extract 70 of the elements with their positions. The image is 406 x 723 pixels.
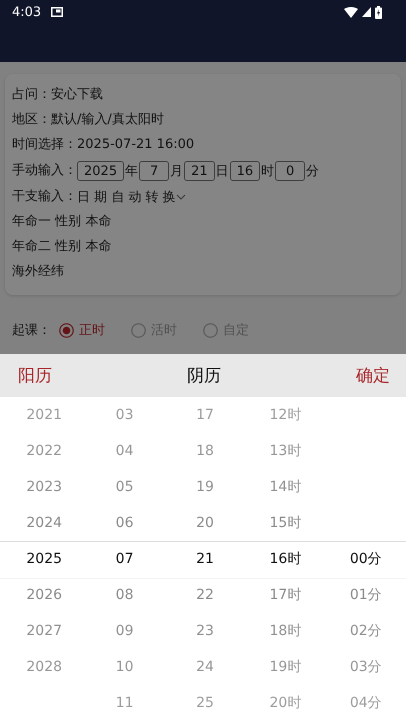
info-text: 占问：安心下载: [12, 86, 104, 104]
wheel-item[interactable]: 17时: [269, 577, 302, 613]
info-text: 地区：默认/输入/真太阳时: [12, 111, 165, 129]
radio-option[interactable]: 正时: [59, 321, 105, 339]
wheel-item[interactable]: 25: [196, 685, 214, 721]
wheel-item[interactable]: 18: [196, 433, 214, 469]
wheel-item[interactable]: 04: [116, 433, 134, 469]
wheel-item[interactable]: 01分: [350, 577, 382, 613]
wheel-item[interactable]: 2021: [26, 397, 62, 433]
input-field[interactable]: 2025: [77, 161, 124, 181]
wheel-item[interactable]: 07: [116, 541, 134, 577]
wheel-item[interactable]: 02分: [350, 613, 382, 649]
wheel-item[interactable]: 16时: [269, 541, 302, 577]
wheel-item[interactable]: 2028: [26, 649, 62, 685]
wheel-item[interactable]: 10: [116, 649, 134, 685]
wheel-item[interactable]: 05: [116, 469, 134, 505]
wheel-item[interactable]: 19时: [269, 649, 302, 685]
unit-label: 时: [261, 163, 274, 180]
info-text: 海外经纬: [12, 263, 65, 281]
signal-icon: [362, 7, 371, 17]
wheel-item[interactable]: 20: [196, 505, 214, 541]
wheel-item[interactable]: 2027: [26, 613, 62, 649]
wheel-item[interactable]: 21: [196, 541, 214, 577]
info-text: 年命一 性别 本命: [12, 213, 112, 231]
wheel-item[interactable]: 15时: [269, 505, 302, 541]
wheel-item[interactable]: 18时: [269, 613, 302, 649]
input-field[interactable]: 0: [275, 161, 306, 181]
unit-label: 月: [170, 163, 184, 180]
wifi-icon: [344, 6, 358, 18]
input-field[interactable]: 16: [230, 161, 260, 181]
wheel-item[interactable]: 08: [116, 577, 134, 613]
wheel-item[interactable]: 06: [116, 505, 134, 541]
wheel-item[interactable]: 11: [116, 685, 134, 721]
wheel-item[interactable]: 20时: [269, 685, 302, 721]
info-text: 时间选择：2025-07-21 16:00: [12, 136, 196, 154]
wheel-item[interactable]: 03分: [350, 649, 382, 685]
unit-label: 分: [306, 163, 320, 180]
picker-title: 阴历: [187, 365, 221, 387]
radio-group-label: 起课：: [12, 322, 51, 339]
wheel-item[interactable]: 2022: [26, 433, 62, 469]
battery-icon: [375, 6, 382, 18]
field-label: 干支输入：: [12, 188, 77, 206]
picture-in-picture-icon: [51, 7, 64, 17]
wheel-item[interactable]: 22: [196, 577, 214, 613]
wheel-item[interactable]: 04分: [350, 685, 382, 721]
dropdown[interactable]: 日 期 自 动 转 换: [77, 188, 186, 206]
status-time: 4:03: [12, 4, 42, 20]
unit-label: 日: [216, 163, 229, 180]
solar-calendar-button[interactable]: 阳历: [18, 364, 52, 387]
input-field[interactable]: 21: [184, 161, 215, 181]
wheel-item[interactable]: 17: [196, 397, 214, 433]
wheel-item[interactable]: 2023: [26, 469, 62, 505]
wheel-item[interactable]: 03: [116, 397, 134, 433]
wheel-item[interactable]: 23: [196, 613, 214, 649]
wheel-item[interactable]: 14时: [269, 469, 302, 505]
wheel-item[interactable]: 24: [196, 649, 214, 685]
wheel-item[interactable]: 2024: [26, 505, 62, 541]
confirm-button[interactable]: 确定: [356, 364, 390, 387]
wheel-item[interactable]: 19: [196, 469, 214, 505]
wheel-item[interactable]: 2025: [26, 541, 62, 577]
wheel-item[interactable]: 13时: [269, 433, 302, 469]
wheel-item[interactable]: 2026: [26, 577, 62, 613]
unit-label: 年: [125, 163, 138, 180]
field-label: 手动输入：: [12, 162, 77, 180]
info-text: 年命二 性别 本命: [12, 238, 112, 256]
wheel-item[interactable]: 12时: [269, 397, 302, 433]
chevron-down-icon: [176, 193, 186, 201]
wheel-item[interactable]: 09: [116, 613, 134, 649]
input-field[interactable]: 7: [139, 161, 170, 181]
wheel-item[interactable]: 00分: [350, 541, 382, 577]
